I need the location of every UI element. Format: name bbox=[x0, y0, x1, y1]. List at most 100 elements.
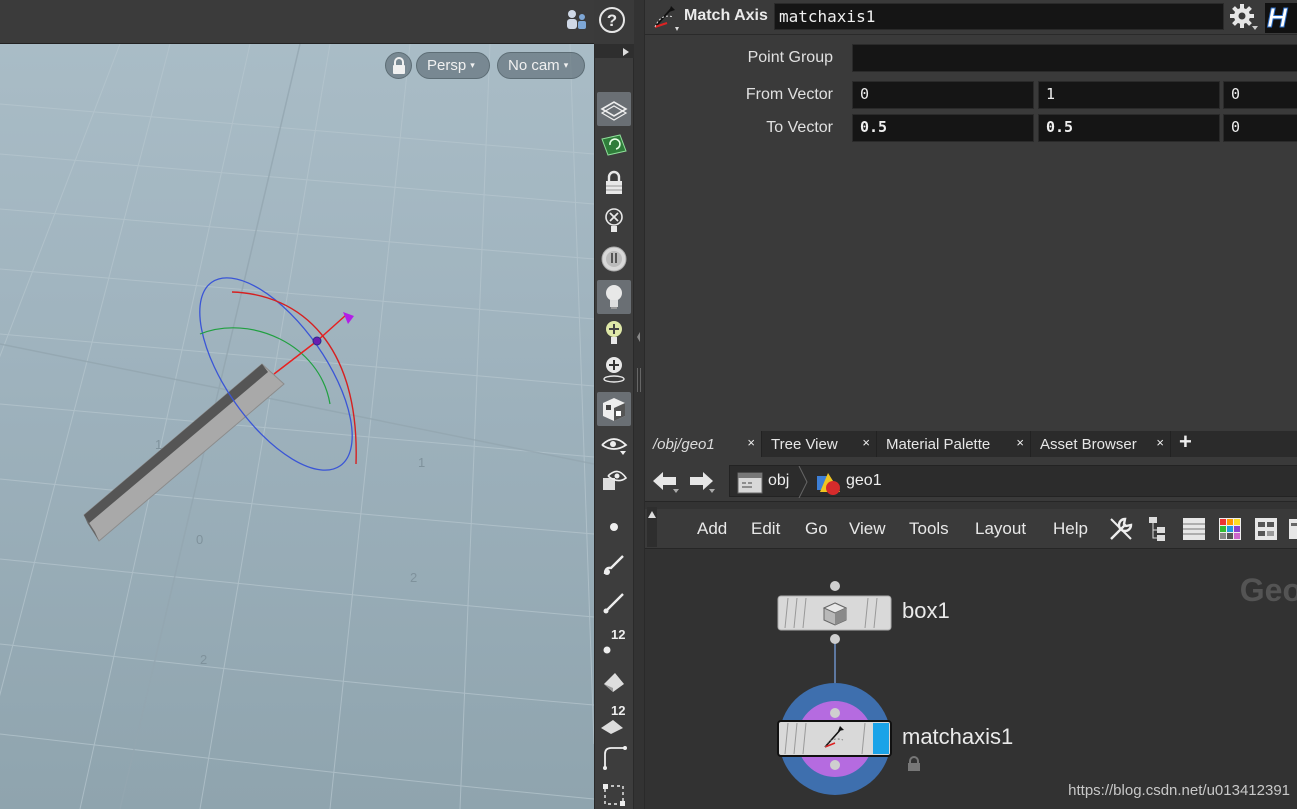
view-mode-label: Persp bbox=[427, 57, 467, 74]
point-group-label: Point Group bbox=[747, 49, 833, 66]
tab-label: Asset Browser bbox=[1040, 435, 1137, 453]
visibility-2-icon[interactable] bbox=[597, 464, 631, 498]
from-vector-x-field[interactable]: 0 bbox=[852, 81, 1034, 109]
prim-numbers-icon[interactable]: 12 bbox=[597, 702, 631, 736]
prim-numbers-label: 12 bbox=[611, 703, 626, 718]
list-view-icon[interactable] bbox=[1181, 515, 1207, 547]
close-icon[interactable]: × bbox=[1016, 435, 1024, 450]
snap-icon[interactable] bbox=[597, 128, 631, 162]
tree-layout-icon[interactable] bbox=[1145, 515, 1171, 547]
viewport-lock-button[interactable] bbox=[385, 52, 412, 79]
tab-obj-geo1[interactable]: /obj/geo1 × bbox=[645, 431, 762, 457]
from-vector-label: From Vector bbox=[745, 86, 833, 103]
close-icon[interactable]: × bbox=[1156, 435, 1164, 450]
pane-divider[interactable] bbox=[634, 0, 644, 809]
shaded-icon[interactable] bbox=[597, 392, 631, 426]
viewport-display-toolbar: 12 12 bbox=[594, 44, 635, 809]
menu-edit[interactable]: Edit bbox=[751, 519, 780, 539]
lock-icon[interactable] bbox=[907, 756, 921, 776]
node-box1[interactable] bbox=[777, 581, 892, 644]
user-icon[interactable] bbox=[562, 6, 590, 34]
point-group-field[interactable] bbox=[852, 44, 1297, 72]
headlight-icon[interactable] bbox=[597, 242, 631, 276]
grid-number: 2 bbox=[410, 570, 417, 585]
breadcrumb-obj[interactable]: obj bbox=[768, 472, 789, 490]
menu-go[interactable]: Go bbox=[805, 519, 828, 539]
to-vector-x-field[interactable]: 0.5 bbox=[852, 114, 1034, 142]
menu-add[interactable]: Add bbox=[697, 519, 727, 539]
box-geometry[interactable] bbox=[83, 363, 285, 542]
pane-tab-bar: /obj/geo1 × Tree View × Material Palette… bbox=[645, 429, 1297, 457]
to-vector-z-field[interactable]: 0 bbox=[1223, 114, 1297, 142]
tab-label: Material Palette bbox=[886, 435, 991, 453]
url-watermark: https://blog.csdn.net/u013412391 bbox=[1068, 782, 1290, 799]
from-vector-z-field[interactable]: 0 bbox=[1223, 81, 1297, 109]
chevron-down-icon: ▾ bbox=[470, 60, 475, 70]
path-bar: obj geo1 bbox=[645, 457, 1297, 502]
camera-label: No cam bbox=[508, 57, 560, 74]
node-name-field[interactable]: matchaxis1 bbox=[774, 3, 1224, 30]
brush-icon[interactable] bbox=[597, 548, 631, 582]
menu-collapse-bar[interactable] bbox=[647, 507, 657, 547]
path-breadcrumb[interactable]: obj geo1 bbox=[729, 465, 1297, 500]
from-vector-y-field[interactable]: 1 bbox=[1038, 81, 1220, 109]
menu-help[interactable]: Help bbox=[1053, 519, 1088, 539]
display-options-icon[interactable] bbox=[597, 92, 631, 126]
more-options-icon[interactable] bbox=[1287, 515, 1297, 547]
forward-arrow-icon[interactable] bbox=[687, 469, 715, 497]
ghost-icon[interactable] bbox=[597, 204, 631, 238]
houdini-h-icon[interactable]: H bbox=[1263, 1, 1297, 34]
menu-tools[interactable]: Tools bbox=[909, 519, 949, 539]
tab-asset-browser[interactable]: Asset Browser × bbox=[1032, 431, 1171, 457]
lock-icon[interactable] bbox=[597, 166, 631, 200]
chevron-down-icon: ▾ bbox=[563, 60, 569, 70]
box-icon bbox=[822, 602, 848, 626]
tab-label: /obj/geo1 bbox=[653, 435, 715, 453]
color-palette-icon[interactable] bbox=[1217, 515, 1243, 547]
point-numbers-label: 12 bbox=[611, 627, 626, 642]
close-icon[interactable]: × bbox=[747, 435, 755, 450]
grid-number: 0 bbox=[196, 532, 203, 547]
node-type-label: Match Axis bbox=[684, 7, 768, 24]
edge-icon[interactable] bbox=[597, 740, 631, 774]
shape-palette-icon[interactable] bbox=[1253, 515, 1279, 547]
menu-view[interactable]: View bbox=[849, 519, 886, 539]
paint-icon[interactable] bbox=[597, 586, 631, 620]
view-mode-menu[interactable]: Persp ▾ bbox=[416, 52, 490, 79]
grid-number: 1 bbox=[418, 455, 425, 470]
geo-context-icon bbox=[814, 470, 844, 500]
network-editor: /obj/geo1 × Tree View × Material Palette… bbox=[644, 425, 1297, 809]
parameter-header: Match Axis matchaxis1 H bbox=[645, 0, 1297, 35]
to-vector-y-field[interactable]: 0.5 bbox=[1038, 114, 1220, 142]
close-icon[interactable]: × bbox=[862, 435, 870, 450]
add-tab-button[interactable]: + bbox=[1179, 429, 1192, 455]
prim-icon[interactable] bbox=[597, 664, 631, 698]
node-graph bbox=[777, 581, 892, 795]
back-arrow-icon[interactable] bbox=[651, 469, 679, 497]
gear-icon[interactable] bbox=[1228, 2, 1260, 32]
camera-menu[interactable]: No cam ▾ bbox=[497, 52, 585, 79]
parameter-editor: Match Axis matchaxis1 H Point Group From… bbox=[644, 0, 1297, 425]
grid-number: 2 bbox=[200, 652, 207, 667]
to-vector-label: To Vector bbox=[766, 119, 833, 136]
breadcrumb-geo1[interactable]: geo1 bbox=[846, 472, 882, 490]
box-icon[interactable] bbox=[597, 778, 631, 809]
network-canvas[interactable]: Geo box1 matchaxis1 https://blog.csdn.ne… bbox=[645, 550, 1297, 809]
node-label-box1: box1 bbox=[902, 598, 950, 623]
light-icon[interactable] bbox=[597, 280, 631, 314]
scene-viewport[interactable]: 1 2 0 1 2 Persp ▾ No cam ▾ bbox=[0, 44, 594, 809]
point-numbers-icon[interactable]: 12 bbox=[597, 624, 631, 658]
node-matchaxis1[interactable] bbox=[777, 683, 892, 795]
light-add-icon[interactable] bbox=[597, 316, 631, 350]
light-place-icon[interactable] bbox=[597, 352, 631, 386]
tab-tree-view[interactable]: Tree View × bbox=[763, 431, 877, 457]
menu-layout[interactable]: Layout bbox=[975, 519, 1026, 539]
lock-icon bbox=[392, 56, 405, 74]
visibility-icon[interactable] bbox=[597, 428, 631, 462]
help-icon[interactable]: ? bbox=[598, 6, 626, 34]
viewport-scene: 1 2 0 1 2 bbox=[0, 44, 594, 809]
wrench-icon[interactable] bbox=[1107, 515, 1135, 547]
point-icon[interactable] bbox=[597, 510, 631, 544]
toolbar-collapse-bar[interactable] bbox=[595, 44, 635, 58]
tab-material-palette[interactable]: Material Palette × bbox=[878, 431, 1031, 457]
